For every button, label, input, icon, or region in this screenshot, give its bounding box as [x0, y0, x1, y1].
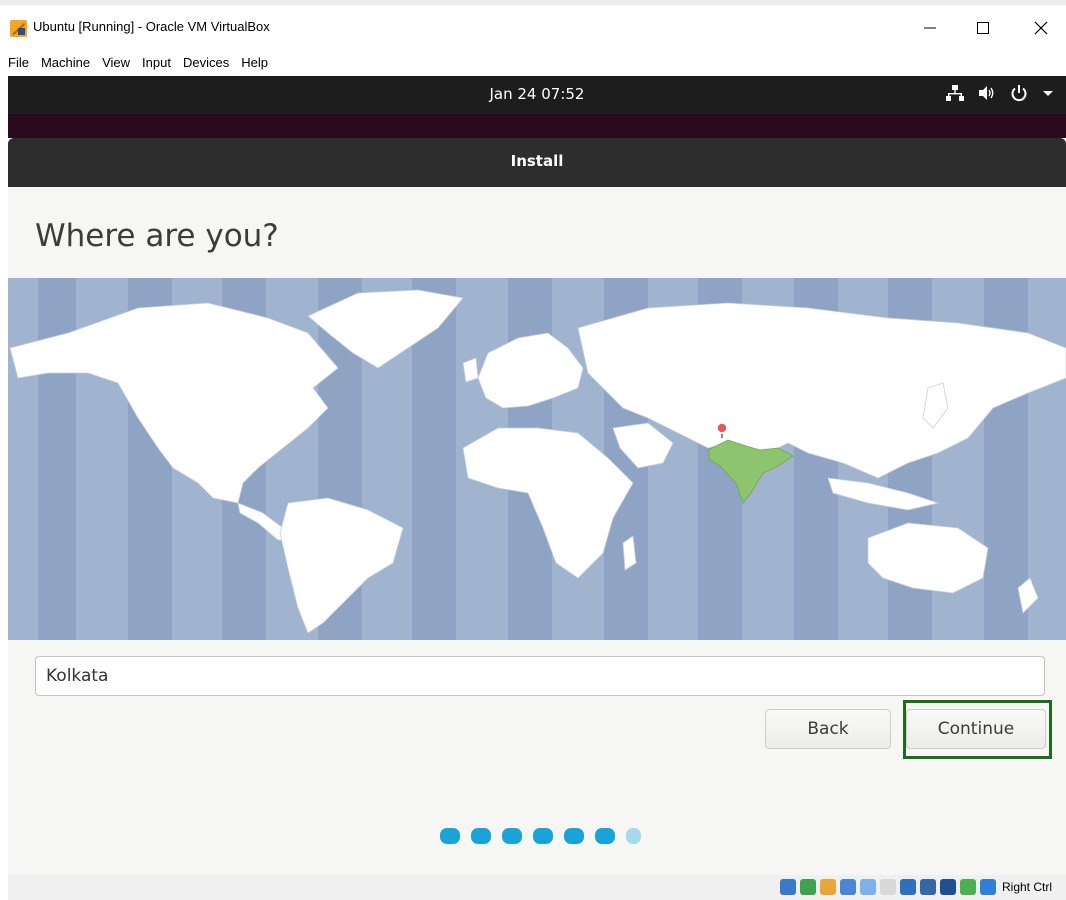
- progress-indicator: [440, 828, 641, 844]
- progress-dot: [626, 828, 641, 844]
- keyboard-capture-icon[interactable]: [980, 879, 996, 895]
- progress-dot: [564, 828, 584, 844]
- timezone-map[interactable]: [8, 278, 1066, 640]
- virtualbox-icon: [10, 20, 27, 37]
- volume-icon: [979, 86, 994, 100]
- timezone-input[interactable]: [35, 656, 1045, 696]
- shared-folder-icon[interactable]: [880, 879, 896, 895]
- desktop-background: [8, 114, 1066, 138]
- cpu-icon[interactable]: [940, 879, 956, 895]
- minimize-icon: [924, 27, 936, 29]
- audio-icon[interactable]: [820, 879, 836, 895]
- menu-bar: File Machine View Input Devices Help: [0, 50, 1066, 76]
- installer-window: Install Where are you? Kolkata Back Cont…: [8, 138, 1066, 898]
- progress-dot: [595, 828, 615, 844]
- menu-help[interactable]: Help: [235, 52, 274, 74]
- hard-disk-icon[interactable]: [780, 879, 796, 895]
- maximize-button[interactable]: [960, 12, 1006, 44]
- system-tray[interactable]: [946, 84, 1054, 102]
- status-icons: [780, 879, 996, 895]
- installer-header: Install: [8, 138, 1066, 187]
- back-button[interactable]: Back: [765, 709, 891, 749]
- mouse-integration-icon[interactable]: [960, 879, 976, 895]
- maximize-icon: [977, 22, 989, 34]
- world-map: [9, 278, 1066, 640]
- vbox-statusbar: Right Ctrl: [8, 875, 1066, 900]
- menu-file[interactable]: File: [2, 52, 35, 74]
- usb-icon[interactable]: [860, 879, 876, 895]
- close-icon: [1034, 21, 1048, 35]
- continue-button[interactable]: Continue: [906, 709, 1046, 749]
- progress-dot: [502, 828, 522, 844]
- clock[interactable]: Jan 24 07:52: [8, 85, 1066, 103]
- host-key-label: Right Ctrl: [1001, 880, 1052, 894]
- close-button[interactable]: [1018, 12, 1064, 44]
- minimize-button[interactable]: [907, 12, 953, 44]
- menu-devices[interactable]: Devices: [177, 52, 235, 74]
- optical-drive-icon[interactable]: [800, 879, 816, 895]
- progress-dot: [533, 828, 553, 844]
- power-icon: [1011, 85, 1027, 102]
- titlebar-top-edge: [0, 0, 1066, 5]
- menu-view[interactable]: View: [96, 52, 136, 74]
- progress-dot: [471, 828, 491, 844]
- network-adapter-icon[interactable]: [840, 879, 856, 895]
- menu-input[interactable]: Input: [136, 52, 177, 74]
- window-title: Ubuntu [Running] - Oracle VM VirtualBox: [33, 19, 270, 34]
- installer-title: Install: [510, 152, 564, 170]
- gnome-top-bar: Jan 24 07:52: [8, 76, 1066, 114]
- network-icon: [946, 85, 964, 101]
- progress-dot: [440, 828, 460, 844]
- page-title: Where are you?: [35, 218, 279, 254]
- display-icon[interactable]: [900, 879, 916, 895]
- window-titlebar: Ubuntu [Running] - Oracle VM VirtualBox: [0, 0, 1066, 50]
- menu-machine[interactable]: Machine: [35, 52, 96, 74]
- video-capture-icon[interactable]: [920, 879, 936, 895]
- chevron-down-icon: [1043, 91, 1053, 96]
